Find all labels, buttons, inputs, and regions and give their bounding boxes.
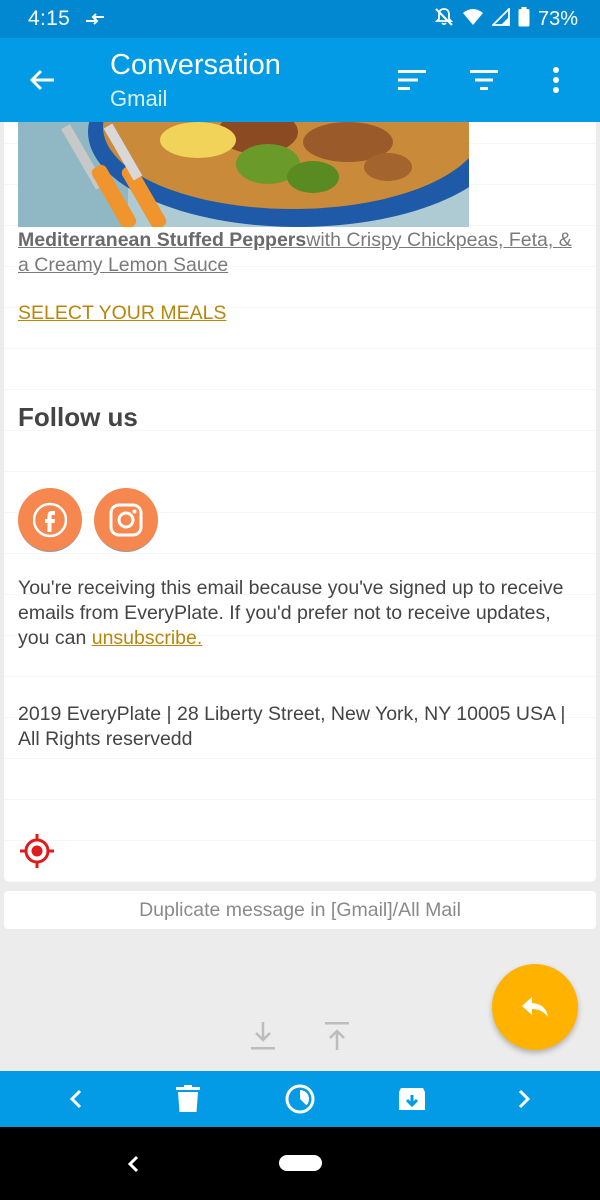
status-bar: 4:15 73%	[0, 0, 600, 38]
duplicate-message-notice[interactable]: Duplicate message in [Gmail]/All Mail	[4, 891, 596, 929]
target-icon	[20, 834, 54, 868]
signal-icon	[490, 6, 510, 31]
filter-button[interactable]	[448, 58, 520, 102]
scroll-to-top-button[interactable]	[320, 1018, 354, 1054]
next-message-button[interactable]	[494, 1071, 554, 1127]
archive-button[interactable]	[382, 1071, 442, 1127]
previous-message-button[interactable]	[46, 1071, 106, 1127]
social-links	[18, 488, 158, 552]
bottom-action-bar	[0, 1071, 600, 1127]
chevron-left-icon	[69, 1089, 82, 1109]
vertical-align-top-icon	[325, 1022, 349, 1050]
facebook-icon	[33, 502, 67, 537]
chevron-left-icon	[127, 1155, 139, 1173]
more-options-button[interactable]	[520, 58, 592, 102]
email-body[interactable]: Mediterranean Stuffed Pepperswith Crispy…	[4, 122, 596, 882]
scroll-to-bottom-button[interactable]	[246, 1018, 280, 1054]
sort-icon	[398, 70, 426, 90]
filter-icon	[470, 70, 498, 90]
chevron-right-icon	[518, 1089, 531, 1109]
footer-address: 2019 EveryPlate | 28 Liberty Street, New…	[18, 703, 566, 750]
archive-icon	[399, 1088, 425, 1110]
account-subtitle: Gmail	[110, 86, 168, 111]
system-navigation-bar	[0, 1127, 600, 1200]
instagram-button[interactable]	[94, 488, 158, 552]
vertical-align-bottom-icon	[251, 1022, 275, 1050]
recipe-title: Mediterranean Stuffed Peppers	[18, 229, 307, 251]
reply-button[interactable]	[492, 964, 578, 1050]
sort-button[interactable]	[376, 58, 448, 102]
arrow-back-icon	[29, 69, 54, 91]
notifications-off-icon	[434, 7, 454, 32]
delete-button[interactable]	[158, 1071, 218, 1127]
meal-photo[interactable]	[18, 122, 469, 227]
subscription-notice: You're receiving this email because you'…	[18, 576, 584, 651]
instagram-icon	[109, 503, 143, 536]
more-vert-icon	[553, 67, 559, 93]
recipe-link[interactable]: Mediterranean Stuffed Pepperswith Crispy…	[18, 228, 584, 278]
unsubscribe-link[interactable]: unsubscribe.	[92, 627, 203, 649]
status-time: 4:15	[28, 7, 71, 30]
home-pill[interactable]	[279, 1155, 322, 1171]
select-meals-link[interactable]: SELECT YOUR MEALS	[18, 302, 226, 325]
data-transfer-icon	[84, 11, 106, 27]
battery-icon	[518, 6, 530, 32]
snooze-button[interactable]	[270, 1071, 330, 1127]
trash-icon	[176, 1085, 200, 1112]
system-back-button[interactable]	[116, 1147, 150, 1181]
facebook-button[interactable]	[18, 488, 82, 552]
snooze-icon	[285, 1084, 315, 1114]
page-title: Conversation	[110, 49, 281, 81]
wifi-icon	[462, 8, 484, 31]
follow-us-heading: Follow us	[18, 402, 138, 432]
battery-percent: 73%	[537, 7, 578, 30]
status-icons: 73%	[434, 6, 578, 32]
reply-icon	[522, 997, 548, 1017]
duplicate-message-text: Duplicate message in [Gmail]/All Mail	[139, 898, 461, 921]
back-button[interactable]	[22, 60, 62, 100]
app-bar: Conversation Gmail	[0, 38, 600, 122]
